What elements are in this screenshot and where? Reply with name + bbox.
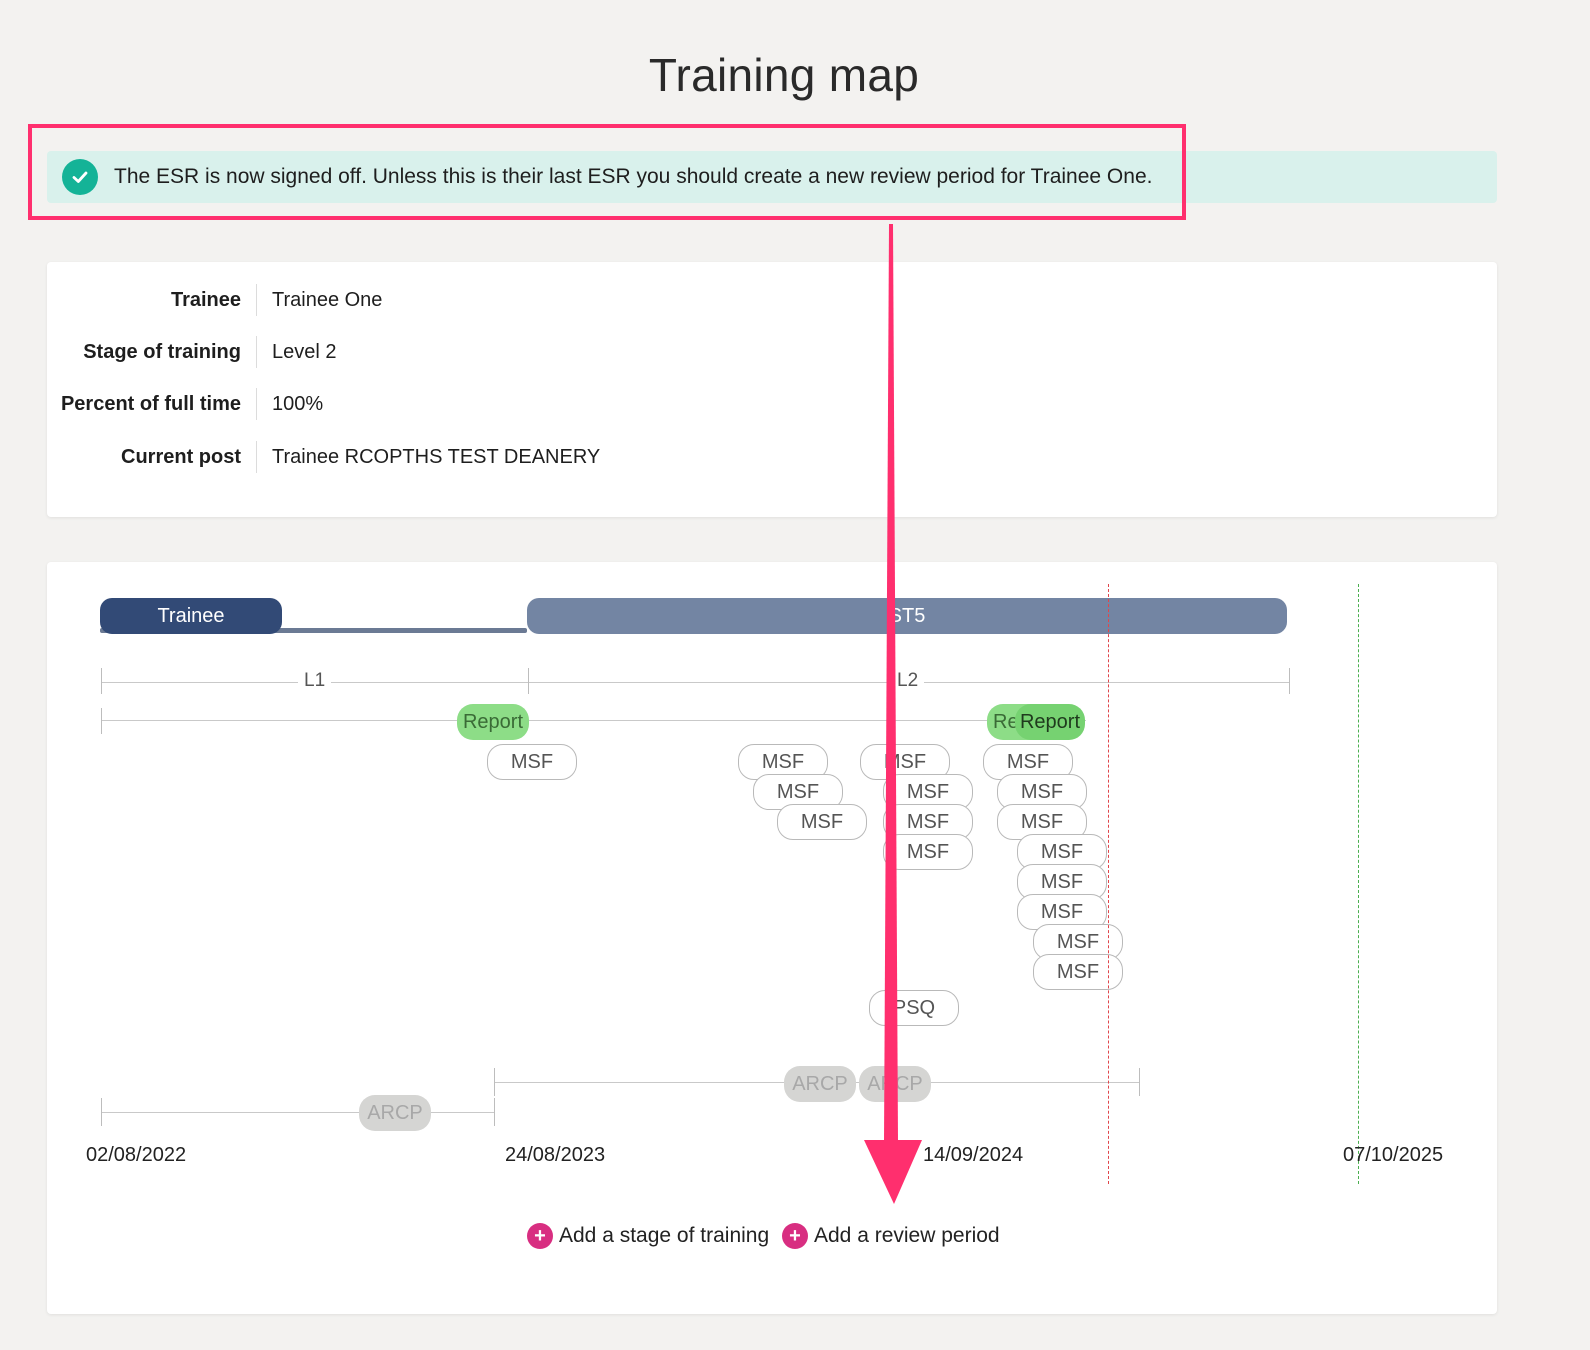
stage-bar-st5[interactable]: ST5 — [527, 598, 1287, 634]
info-value: 100% — [272, 392, 324, 415]
add-stage-label: Add a stage of training — [559, 1224, 770, 1247]
tick — [101, 668, 102, 694]
report-line — [101, 720, 1086, 721]
tick — [1139, 1068, 1140, 1096]
stage-bar-trainee[interactable]: Trainee — [100, 598, 282, 634]
tick — [528, 668, 529, 694]
arcp-pill[interactable]: ARCP — [359, 1095, 431, 1131]
tick — [1289, 668, 1290, 694]
msf-pill[interactable]: MSF — [883, 834, 973, 870]
info-label: Current post — [121, 445, 241, 468]
success-alert: The ESR is now signed off. Unless this i… — [47, 151, 1497, 203]
end-marker-line — [1358, 584, 1359, 1184]
level-label-l1[interactable]: L1 — [298, 670, 332, 692]
info-value: Trainee One — [272, 288, 383, 311]
plus-circle-icon: + — [527, 1223, 553, 1249]
arcp-line — [101, 1112, 494, 1113]
info-label: Trainee — [170, 288, 241, 311]
msf-pill[interactable]: MSF — [1033, 954, 1123, 990]
training-map-card: Trainee ST5 L1 L2 Report Re Report MSF M… — [47, 562, 1497, 1314]
info-label: Stage of training — [83, 340, 241, 363]
report-pill[interactable]: Report — [1015, 704, 1085, 740]
tick — [494, 1068, 495, 1096]
trainee-info-card: Trainee Trainee One Stage of training Le… — [47, 262, 1497, 517]
msf-pill[interactable]: MSF — [487, 744, 577, 780]
info-row-post: Current post Trainee RCOPTHS TEST DEANER… — [47, 437, 600, 477]
level-label-l2[interactable]: L2 — [891, 670, 925, 692]
tick — [101, 708, 102, 734]
plus-circle-icon: + — [782, 1223, 808, 1249]
info-label: Percent of full time — [60, 392, 241, 415]
psq-pill[interactable]: PSQ — [869, 990, 959, 1026]
date-label: 14/09/2024 — [923, 1144, 1024, 1166]
date-label: 07/10/2025 — [1343, 1144, 1444, 1166]
level-line — [101, 682, 1289, 683]
info-value: Level 2 — [272, 340, 337, 363]
info-row-trainee: Trainee Trainee One — [47, 280, 382, 320]
date-label: 02/08/2022 — [86, 1144, 187, 1166]
today-marker-line — [1108, 584, 1109, 1184]
date-label: 24/08/2023 — [505, 1144, 606, 1166]
tick — [101, 1098, 102, 1126]
add-review-period-link[interactable]: + Add a review period — [782, 1223, 1000, 1249]
info-row-stage: Stage of training Level 2 — [47, 332, 337, 372]
arcp-pill[interactable]: ARCP — [859, 1066, 931, 1102]
msf-pill[interactable]: MSF — [777, 804, 867, 840]
report-pill[interactable]: Report — [457, 704, 529, 740]
arcp-pill[interactable]: ARCP — [784, 1066, 856, 1102]
alert-message: The ESR is now signed off. Unless this i… — [114, 165, 1153, 188]
add-stage-link[interactable]: + Add a stage of training — [527, 1223, 769, 1249]
check-circle-icon — [62, 159, 98, 195]
add-review-label: Add a review period — [814, 1224, 1000, 1247]
info-row-percent: Percent of full time 100% — [47, 384, 323, 424]
info-value: Trainee RCOPTHS TEST DEANERY — [272, 445, 601, 468]
tick — [494, 1098, 495, 1126]
page-title: Training map — [648, 49, 920, 101]
